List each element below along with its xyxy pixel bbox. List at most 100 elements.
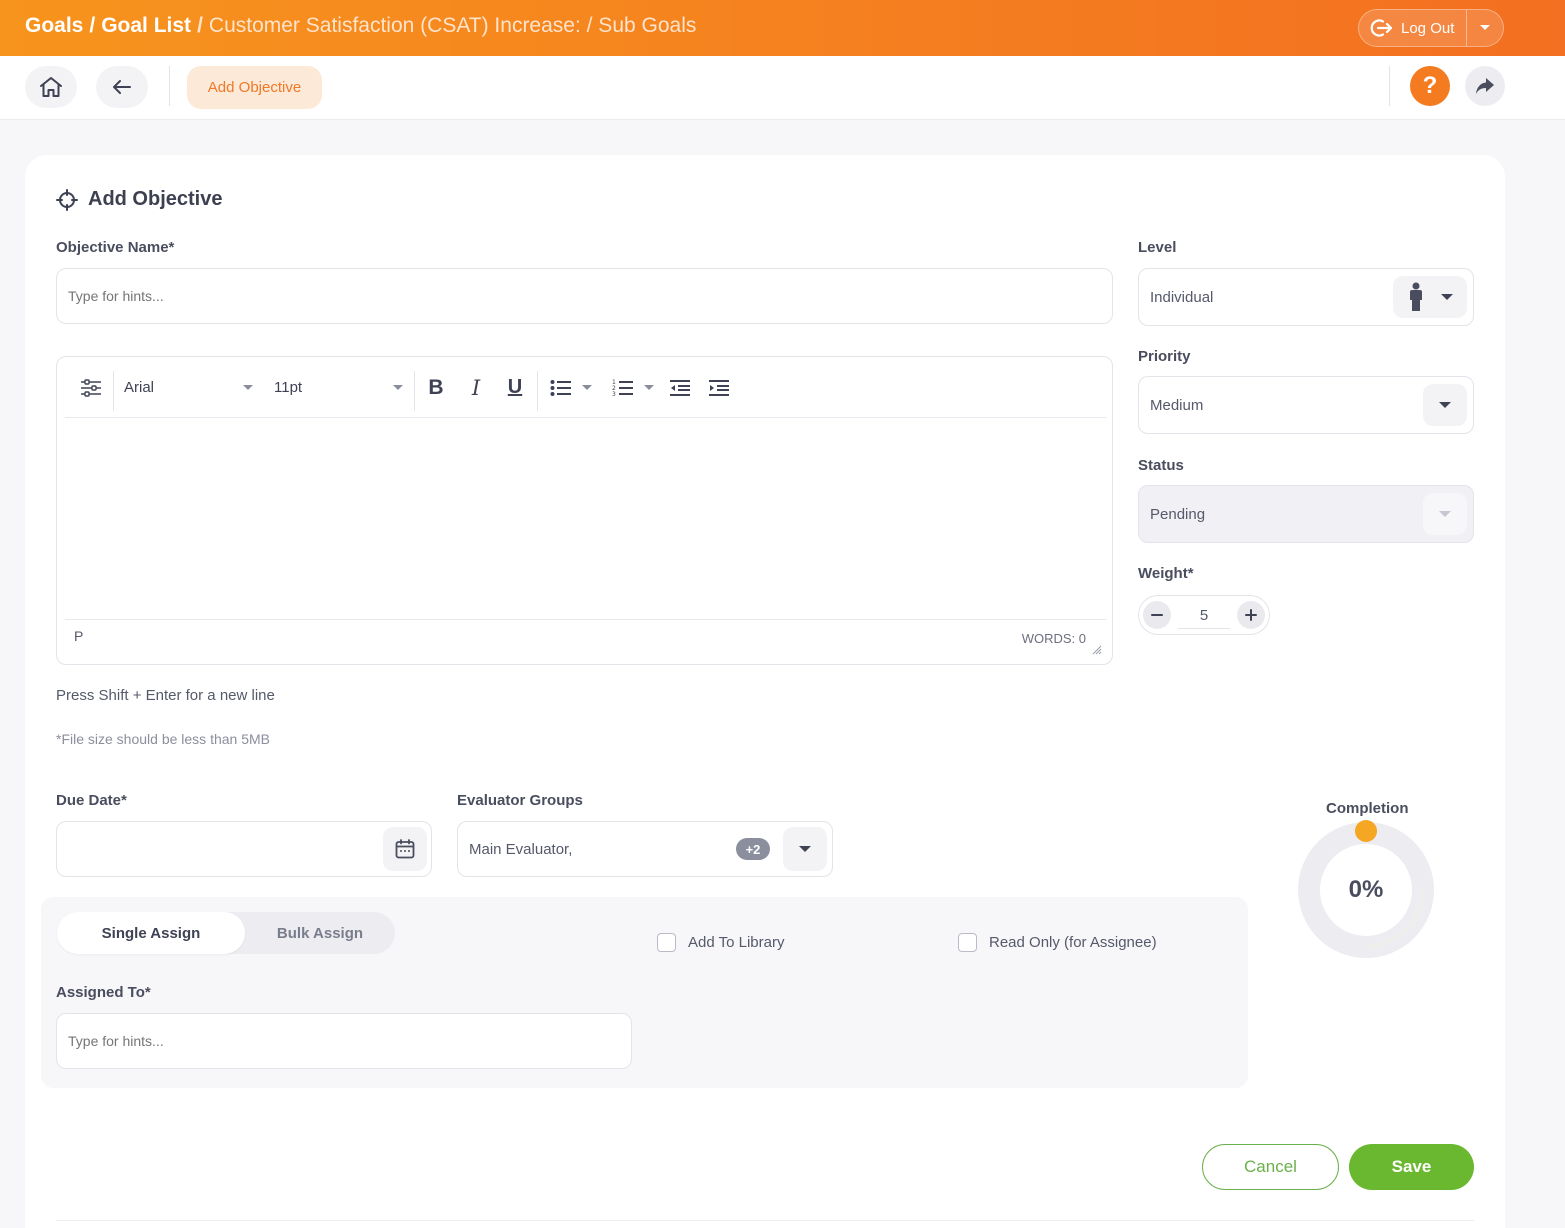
caret-down-icon xyxy=(393,384,403,390)
weight-label: Weight* xyxy=(1138,565,1194,582)
caret-down-icon xyxy=(1480,25,1490,30)
tab-add-objective[interactable]: Add Objective xyxy=(187,66,322,109)
add-to-library-checkbox[interactable]: Add To Library xyxy=(657,933,784,952)
person-icon xyxy=(1409,282,1422,311)
page-toolbar: Add Objective ? xyxy=(0,56,1565,120)
toolbar-divider xyxy=(537,371,538,411)
plus-icon xyxy=(1245,609,1257,621)
crosshair-icon xyxy=(56,188,78,211)
outdent-button[interactable] xyxy=(667,357,693,418)
font-size-value: 11pt xyxy=(274,379,303,396)
caret-down-icon xyxy=(799,845,811,852)
priority-dropdown-button[interactable] xyxy=(1423,384,1467,426)
caret-down-icon xyxy=(582,384,592,390)
top-header: Goals / Goal List / Customer Satisfaction (C… xyxy=(0,0,1565,56)
logout-icon xyxy=(1370,19,1393,37)
rich-text-editor: Arial 11pt B I U 123 P WORDS: 0 xyxy=(56,356,1113,665)
completion-label: Completion xyxy=(1326,800,1409,817)
priority-select[interactable]: Medium xyxy=(1138,376,1474,434)
caret-down-icon xyxy=(1439,510,1451,517)
toolbar-divider xyxy=(414,371,415,411)
form-title: Add Objective xyxy=(56,188,222,211)
cancel-button[interactable]: Cancel xyxy=(1202,1144,1339,1190)
help-button[interactable]: ? xyxy=(1410,66,1450,106)
evaluator-more-badge: +2 xyxy=(736,838,770,860)
breadcrumb-separator: / xyxy=(197,14,203,37)
svg-text:3: 3 xyxy=(612,391,616,398)
assign-panel: Single Assign Bulk Assign Add To Library… xyxy=(41,897,1248,1088)
weight-decrement-button[interactable] xyxy=(1143,601,1171,629)
font-family-select[interactable]: Arial xyxy=(117,357,257,418)
caret-down-icon xyxy=(1439,401,1451,408)
back-button[interactable] xyxy=(96,66,148,108)
status-dropdown-button xyxy=(1423,493,1467,535)
caret-down-icon xyxy=(1440,293,1453,300)
resize-handle-icon[interactable] xyxy=(1092,645,1102,655)
home-button[interactable] xyxy=(25,66,77,108)
evaluator-groups-label: Evaluator Groups xyxy=(457,792,583,809)
assigned-to-input[interactable] xyxy=(56,1013,632,1069)
logout-label: Log Out xyxy=(1401,19,1455,37)
calendar-button[interactable] xyxy=(383,827,427,871)
share-icon xyxy=(1476,78,1494,94)
weight-stepper: 5 xyxy=(1138,595,1270,635)
numbered-list-button[interactable]: 123 xyxy=(605,357,661,418)
evaluator-groups-value: Main Evaluator, xyxy=(469,840,573,858)
read-only-label: Read Only (for Assignee) xyxy=(989,934,1157,951)
evaluator-dropdown-button[interactable] xyxy=(783,827,827,871)
editor-toolbar: Arial 11pt B I U 123 xyxy=(65,357,1106,418)
checkbox-box[interactable] xyxy=(657,933,676,952)
caret-down-icon xyxy=(644,384,654,390)
italic-button[interactable]: I xyxy=(463,357,489,418)
bullet-list-button[interactable] xyxy=(543,357,599,418)
editor-element-path[interactable]: P xyxy=(74,628,83,644)
bulk-assign-tab[interactable]: Bulk Assign xyxy=(245,912,395,954)
numbered-list-icon: 123 xyxy=(612,379,633,398)
bold-button[interactable]: B xyxy=(423,357,449,418)
add-to-library-label: Add To Library xyxy=(688,934,785,951)
breadcrumb-goal-list[interactable]: Goal List xyxy=(101,14,191,37)
breadcrumb: Goals / Goal List / Customer Satisfaction (C… xyxy=(25,14,696,38)
caret-down-icon xyxy=(243,384,253,390)
newline-hint: Press Shift + Enter for a new line xyxy=(56,687,275,704)
editor-content-area[interactable] xyxy=(65,419,1106,618)
bullet-list-icon xyxy=(550,379,571,396)
assigned-to-label: Assigned To* xyxy=(56,984,151,1001)
read-only-checkbox[interactable]: Read Only (for Assignee) xyxy=(958,933,1157,952)
filesize-hint: *File size should be less than 5MB xyxy=(56,731,270,747)
breadcrumb-goals[interactable]: Goals xyxy=(25,14,83,37)
underline-button[interactable]: U xyxy=(502,357,528,418)
level-dropdown-button[interactable] xyxy=(1393,276,1467,318)
status-value: Pending xyxy=(1150,505,1206,523)
font-size-select[interactable]: 11pt xyxy=(267,357,407,418)
arrow-left-icon xyxy=(113,80,131,94)
level-label: Level xyxy=(1138,239,1177,256)
weight-value[interactable]: 5 xyxy=(1178,607,1230,629)
weight-increment-button[interactable] xyxy=(1237,601,1265,629)
share-button[interactable] xyxy=(1465,66,1505,106)
objective-name-input[interactable] xyxy=(56,268,1113,324)
logout-button[interactable]: Log Out xyxy=(1359,10,1467,46)
user-menu-toggle[interactable] xyxy=(1467,10,1503,46)
sliders-icon xyxy=(81,378,101,397)
editor-options-button[interactable] xyxy=(75,357,107,418)
divider xyxy=(1389,66,1390,106)
checkbox-box[interactable] xyxy=(958,933,977,952)
minus-icon xyxy=(1151,614,1163,616)
toolbar-divider xyxy=(113,371,114,411)
home-icon xyxy=(40,77,62,97)
status-select: Pending xyxy=(1138,485,1474,543)
save-button[interactable]: Save xyxy=(1349,1144,1474,1190)
level-select[interactable]: Individual xyxy=(1138,268,1474,326)
indent-button[interactable] xyxy=(706,357,732,418)
font-family-value: Arial xyxy=(124,379,155,396)
objective-name-label: Objective Name* xyxy=(56,239,175,256)
question-icon: ? xyxy=(1422,72,1438,99)
single-assign-tab[interactable]: Single Assign xyxy=(57,912,245,954)
evaluator-groups-select[interactable]: Main Evaluator, +2 xyxy=(457,821,833,877)
due-date-input[interactable] xyxy=(56,821,432,877)
divider xyxy=(169,66,170,106)
logout-group: Log Out xyxy=(1358,9,1504,47)
divider xyxy=(56,1220,1474,1221)
completion-value: 0% xyxy=(1348,876,1384,903)
